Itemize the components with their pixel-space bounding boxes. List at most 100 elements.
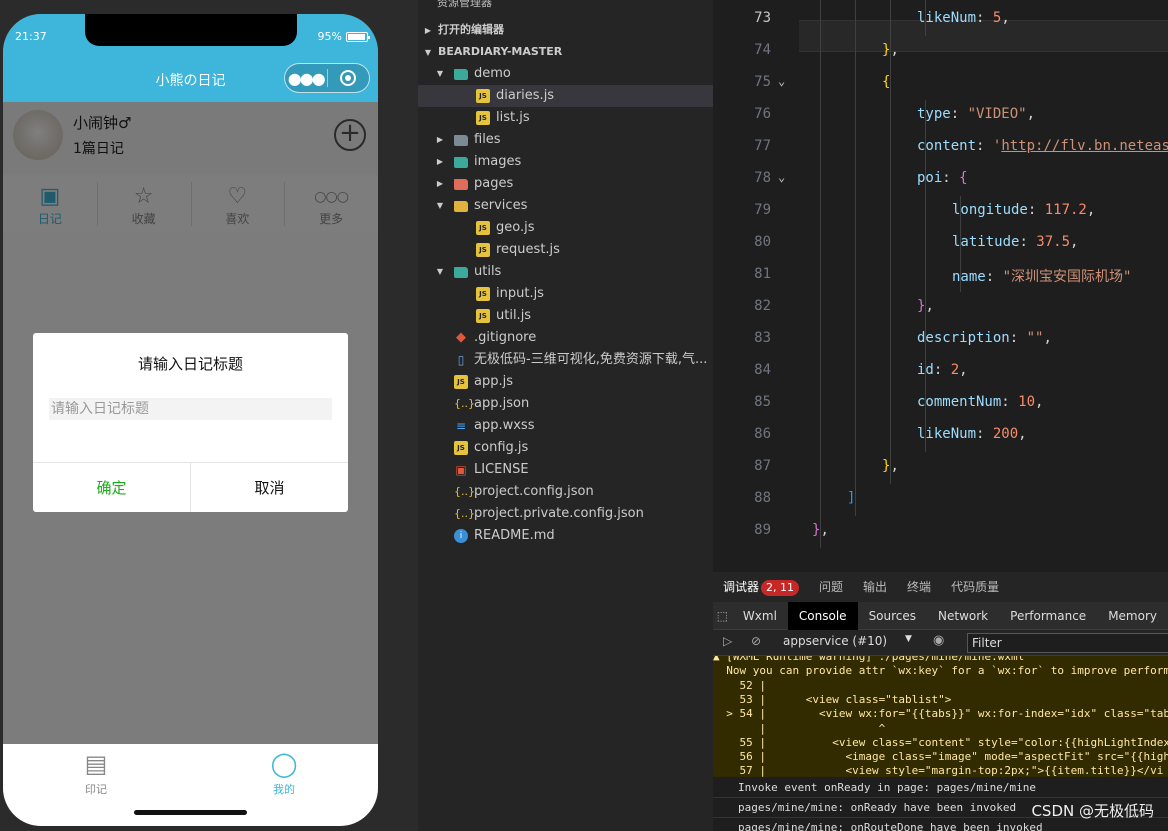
tree-file[interactable]: JS config.js	[418, 437, 713, 459]
code-line: description: "",	[917, 330, 1052, 346]
clear-console-icon[interactable]: ⊘	[751, 634, 761, 648]
tree-file[interactable]: {..} app.json	[418, 393, 713, 415]
tree-file[interactable]: JS list.js	[418, 107, 713, 129]
line-number: 76	[754, 106, 771, 122]
project-section[interactable]: ▼ BEARDIARY-MASTER	[418, 41, 713, 63]
tree-file[interactable]: ▣ LICENSE	[418, 459, 713, 481]
tree-item-label: utils	[474, 264, 502, 279]
tree-file[interactable]: JS app.js	[418, 371, 713, 393]
indent-guide	[925, 228, 926, 260]
battery-status: 95%	[318, 30, 370, 43]
tree-file[interactable]: JS input.js	[418, 283, 713, 305]
tab-code-quality[interactable]: 代码质量	[941, 572, 1009, 602]
code-line: name: "深圳宝安国际机场"	[952, 269, 1132, 285]
confirm-button[interactable]: 确定	[33, 463, 191, 512]
indent-guide	[925, 260, 926, 292]
code-line: },	[882, 458, 899, 474]
context-select[interactable]: appservice (#10)	[783, 634, 887, 648]
chevron-down-icon: ▼	[436, 69, 444, 78]
eye-icon[interactable]: ◉	[933, 633, 944, 648]
tree-folder[interactable]: ▶ images	[418, 151, 713, 173]
sidebar-toggle-icon[interactable]: ▷	[723, 634, 732, 648]
js-file-icon: JS	[476, 243, 490, 257]
tree-file[interactable]: ≡ app.wxss	[418, 415, 713, 437]
tree-item-label: 无极低码-三维可视化,免费资源下载,气...	[474, 352, 708, 367]
indent-guide	[890, 196, 891, 228]
js-file-icon: JS	[454, 441, 468, 455]
tree-file[interactable]: JS diaries.js	[418, 85, 713, 107]
explorer-title: 资源管理器	[437, 0, 492, 9]
tabbar-item-mine[interactable]: ◯ 我的	[244, 749, 324, 797]
title-input-dialog: 请输入日记标题 确定 取消	[33, 333, 348, 512]
code-line: content: 'http://flv.bn.netease.com/	[917, 138, 1168, 154]
fold-chevron-icon[interactable]: ⌄	[778, 170, 785, 184]
js-file-icon: JS	[476, 309, 490, 323]
diary-title-input[interactable]	[49, 398, 332, 420]
tree-folder[interactable]: ▼ demo	[418, 63, 713, 85]
indent-guide	[890, 132, 891, 164]
inspect-icon[interactable]: ⬚	[713, 609, 732, 623]
line-number: 85	[754, 394, 771, 410]
tab-console[interactable]: Console	[787, 601, 858, 630]
open-editors-section[interactable]: ▶ 打开的编辑器	[418, 19, 713, 41]
explorer-more-icon[interactable]: ···	[681, 0, 693, 7]
tab-terminal[interactable]: 终端	[897, 572, 941, 602]
indent-guide	[855, 132, 856, 164]
indent-guide	[855, 228, 856, 260]
indent-guide	[890, 4, 891, 36]
tab-debugger[interactable]: 调试器 2, 11	[713, 572, 809, 602]
user-icon: ◯	[270, 750, 298, 778]
status-time: 21:37	[15, 30, 47, 43]
simulator-panel: 21:37 95% 小熊の日记 ●●● 小闹钟♂ 1篇日记	[0, 0, 418, 831]
tree-item-label: .gitignore	[474, 330, 537, 345]
js-file-icon: JS	[476, 287, 490, 301]
line-number: 74	[754, 42, 771, 58]
line-number: 81	[754, 266, 771, 282]
tree-folder[interactable]: ▶ pages	[418, 173, 713, 195]
fold-chevron-icon[interactable]: ⌄	[778, 74, 785, 88]
tab-memory[interactable]: Memory	[1097, 602, 1168, 630]
tab-problems[interactable]: 问题	[809, 572, 853, 602]
folder-icon	[454, 267, 468, 278]
photos-icon: ▤	[84, 750, 108, 778]
tree-file[interactable]: i README.md	[418, 525, 713, 547]
warning-line: 57 | <view style="margin-top:2px;">{{ite…	[713, 764, 1164, 777]
tree-file[interactable]: ▯ 无极低码-三维可视化,免费资源下载,气...	[418, 349, 713, 371]
code-line: likeNum: 200,	[917, 426, 1027, 442]
tabbar-item-imprint[interactable]: ▤ 印记	[56, 749, 136, 797]
indent-guide	[890, 164, 891, 196]
tree-file[interactable]: {..} project.config.json	[418, 481, 713, 503]
tab-wxml[interactable]: Wxml	[732, 602, 788, 630]
indent-guide	[820, 420, 821, 452]
tab-performance[interactable]: Performance	[999, 602, 1097, 630]
indent-guide	[855, 388, 856, 420]
line-number: 84	[754, 362, 771, 378]
tree-file[interactable]: JS util.js	[418, 305, 713, 327]
indent-guide	[820, 196, 821, 228]
tab-sources[interactable]: Sources	[858, 602, 927, 630]
code-editor[interactable]: 72commentNum: 1,73likeNum: 5,74},75⌄{76t…	[713, 0, 1168, 572]
filter-input[interactable]: Filter	[967, 633, 1168, 653]
tree-file[interactable]: ◆ .gitignore	[418, 327, 713, 349]
tab-output[interactable]: 输出	[853, 572, 897, 602]
panel-tabs: 调试器 2, 11 问题 输出 终端 代码质量	[713, 572, 1168, 602]
json-file-icon: {..}	[454, 397, 475, 410]
tree-folder[interactable]: ▶ files	[418, 129, 713, 151]
watermark: CSDN @无极低码	[1031, 802, 1154, 820]
tab-network[interactable]: Network	[927, 602, 999, 630]
tree-file[interactable]: {..} project.private.config.json	[418, 503, 713, 525]
cancel-button[interactable]: 取消	[191, 463, 348, 512]
folder-icon	[454, 179, 468, 190]
line-number: 83	[754, 330, 771, 346]
close-capsule-button[interactable]	[328, 64, 370, 92]
js-file-icon: JS	[476, 111, 490, 125]
more-dots-icon[interactable]: ●●●	[285, 64, 327, 92]
indent-guide	[925, 196, 926, 228]
tree-folder[interactable]: ▼ utils	[418, 261, 713, 283]
tree-file[interactable]: JS geo.js	[418, 217, 713, 239]
folder-icon	[454, 201, 468, 212]
indent-guide	[855, 36, 856, 68]
tree-folder[interactable]: ▼ services	[418, 195, 713, 217]
tree-file[interactable]: JS request.js	[418, 239, 713, 261]
tree-item-label: project.private.config.json	[474, 506, 644, 521]
